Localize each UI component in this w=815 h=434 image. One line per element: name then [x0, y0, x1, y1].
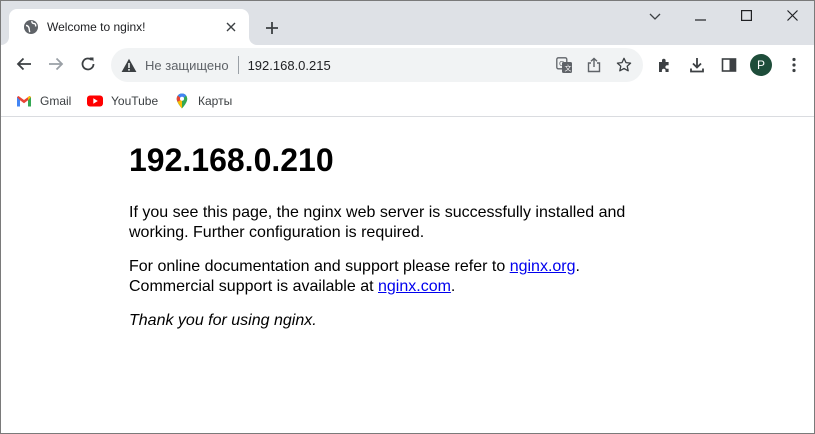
period-1: . [575, 258, 580, 275]
toolbar: Не защищено 192.168.0.215 G文 P [1, 45, 814, 85]
omnibox-divider [237, 56, 239, 74]
new-tab-button[interactable] [259, 15, 285, 41]
browser-window: Welcome to nginx! Не защищено 192.168.0.… [0, 0, 815, 434]
support-paragraph: For online documentation and support ple… [129, 257, 580, 297]
bookmark-label: YouTube [111, 94, 159, 108]
tab-title: Welcome to nginx! [47, 20, 146, 34]
page-viewport: 192.168.0.210 If you see this page, the … [1, 118, 814, 433]
bookmark-gmail[interactable]: Gmail [16, 91, 71, 111]
bookmark-label: Gmail [40, 94, 72, 108]
support-text-2: Commercial support is available at [129, 278, 378, 295]
share-icon[interactable] [579, 50, 609, 80]
svg-text:文: 文 [564, 63, 571, 72]
maps-icon [174, 93, 190, 109]
youtube-icon [87, 93, 103, 109]
address-bar[interactable]: Не защищено 192.168.0.215 G文 [111, 48, 643, 82]
arrow-left-icon [16, 56, 32, 75]
download-icon[interactable] [683, 51, 711, 79]
thank-you-paragraph: Thank you for using nginx. [129, 312, 317, 329]
maximize-icon [740, 9, 752, 24]
security-status[interactable]: Не защищено [145, 58, 229, 73]
maximize-button[interactable] [723, 1, 769, 31]
side-panel-icon[interactable] [715, 51, 743, 79]
bookmark-youtube[interactable]: YouTube [87, 91, 158, 111]
close-icon [786, 9, 798, 24]
profile-avatar[interactable]: P [750, 54, 772, 76]
star-icon[interactable] [609, 50, 639, 80]
page-heading: 192.168.0.210 [129, 142, 334, 178]
bookmark-label: Карты [198, 94, 233, 108]
more-menu-icon[interactable] [780, 51, 808, 79]
tab-close-icon[interactable] [221, 17, 241, 37]
chevron-down-icon [649, 9, 661, 24]
bookmark-maps[interactable]: Карты [174, 91, 232, 111]
period-2: . [450, 278, 456, 295]
forward-button[interactable] [40, 49, 72, 81]
warning-icon[interactable] [121, 57, 137, 73]
back-button[interactable] [8, 49, 40, 81]
intro-paragraph: If you see this page, the nginx web serv… [129, 204, 626, 241]
arrow-right-icon [48, 56, 64, 75]
reload-button[interactable] [72, 49, 104, 81]
tab-active[interactable]: Welcome to nginx! [9, 9, 249, 45]
gmail-icon [16, 93, 32, 109]
extensions-icon[interactable] [651, 51, 679, 79]
reload-icon [80, 56, 96, 75]
globe-icon [23, 19, 39, 35]
bookmarks-bar: Gmail YouTube Карты [1, 85, 814, 117]
minimize-icon [694, 9, 706, 24]
tab-strip: Welcome to nginx! [1, 1, 814, 45]
support-text-1: For online documentation and support ple… [129, 258, 510, 275]
url-text[interactable]: 192.168.0.215 [248, 58, 549, 73]
minimize-button[interactable] [677, 1, 723, 31]
close-window-button[interactable] [769, 1, 814, 31]
translate-icon[interactable]: G文 [549, 50, 579, 80]
nginx-org-link[interactable]: nginx.org [510, 258, 576, 275]
tab-search-button[interactable] [632, 1, 678, 31]
nginx-com-link[interactable]: nginx.com [378, 278, 451, 295]
